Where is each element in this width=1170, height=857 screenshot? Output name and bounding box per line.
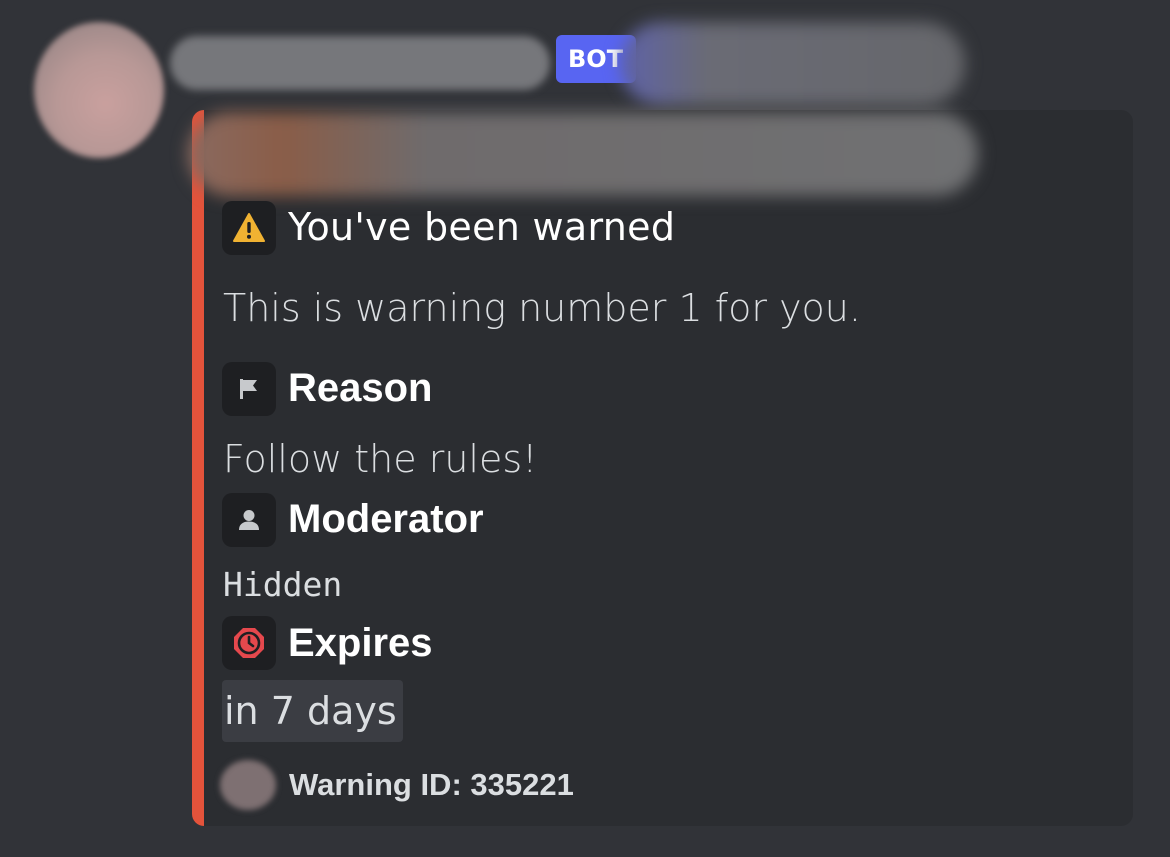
chat-message: BOT You've been warned This is warning n… — [0, 0, 1170, 857]
embed-description: This is warning number 1 for you. — [223, 286, 861, 330]
redacted-timestamp — [620, 22, 965, 106]
flag-icon — [222, 362, 276, 416]
embed-title: You've been warned — [288, 205, 676, 249]
warning-icon — [222, 201, 276, 255]
field-name-reason: Reason — [288, 366, 433, 410]
redacted-embed-author — [188, 112, 978, 196]
field-value-expires[interactable]: in 7 days — [222, 680, 403, 742]
field-name-expires: Expires — [288, 621, 433, 665]
bot-avatar[interactable] — [34, 22, 164, 158]
field-name-moderator: Moderator — [288, 497, 484, 541]
embed-footer: Warning ID: 335221 — [289, 767, 574, 802]
embed-accent-bar — [192, 110, 204, 826]
person-icon — [222, 493, 276, 547]
clock-icon — [222, 616, 276, 670]
field-value-reason: Follow the rules! — [223, 437, 538, 481]
field-value-moderator: Hidden — [223, 565, 343, 604]
redacted-username[interactable] — [170, 36, 550, 90]
redacted-footer-icon — [220, 760, 276, 810]
